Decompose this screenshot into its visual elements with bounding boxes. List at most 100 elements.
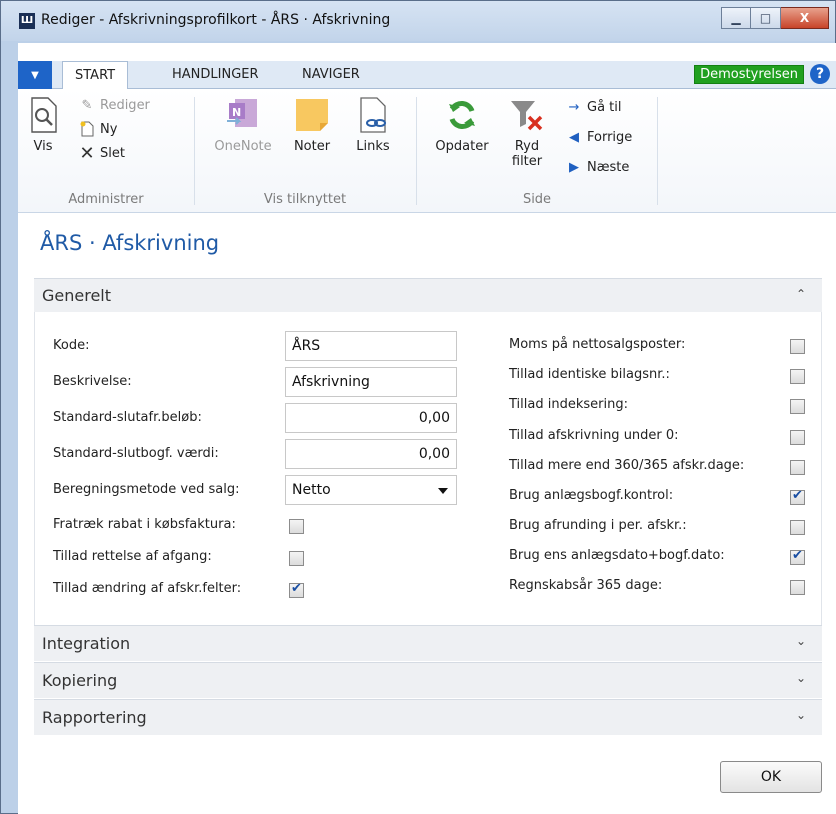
tillad-identiske-bilagsnr-checkbox[interactable] [790, 369, 805, 384]
kode-input[interactable]: ÅRS [285, 331, 457, 361]
refresh-icon [442, 95, 482, 135]
field-label: Beskrivelse: [53, 374, 132, 389]
checkbox-label: Tillad identiske bilagsnr.: [509, 367, 670, 382]
group-label-vis-tilknyttet: Vis tilknyttet [263, 192, 347, 207]
rediger-label: Rediger [100, 97, 150, 113]
window-title: Rediger - Afskrivningsprofilkort - ÅRS ·… [41, 12, 391, 28]
noter-button[interactable]: Noter [287, 95, 337, 154]
clear-filter-icon [507, 95, 547, 135]
moms-nettosalg-checkbox[interactable] [790, 339, 805, 354]
slet-button[interactable]: ✕ Slet [78, 142, 125, 164]
checkbox-label: Regnskabsår 365 dage: [509, 578, 663, 593]
ga-til-button[interactable]: → Gå til [565, 99, 622, 115]
svg-text:N: N [232, 106, 241, 119]
checkbox-label: Tillad rettelse af afgang: [53, 549, 212, 564]
checkbox-label: Tillad indeksering: [509, 397, 628, 412]
brug-ens-anlaegsdato-checkbox[interactable] [790, 548, 805, 565]
checkbox-label: Tillad ændring af afskr.felter: [53, 581, 242, 596]
next-icon: ▶ [569, 159, 579, 175]
new-document-icon [78, 121, 96, 137]
app-icon: Ш [19, 13, 35, 29]
help-icon[interactable]: ? [810, 64, 830, 84]
opdater-button[interactable]: Opdater [429, 95, 495, 154]
select-value: Netto [292, 482, 331, 498]
fasttab-header-integration[interactable]: Integration ⌄ [34, 625, 822, 661]
fasttab-title: Generelt [42, 286, 112, 305]
links-button[interactable]: Links [351, 95, 395, 154]
tab-handlinger[interactable]: HANDLINGER [160, 61, 271, 89]
field-label: Kode: [53, 338, 90, 353]
group-label-administrer: Administrer [68, 192, 144, 207]
forrige-button[interactable]: ◀ Forrige [565, 129, 632, 145]
fasttab-rapportering: Rapportering ⌄ [34, 699, 822, 735]
note-icon [292, 95, 332, 135]
checkbox-label: Moms på nettosalgsposter: [509, 337, 686, 352]
chevron-down-icon: ⌄ [795, 708, 806, 722]
title-bar: Ш Rediger - Afskrivningsprofilkort - ÅRS… [1, 1, 835, 41]
pencil-icon: ✎ [81, 97, 93, 113]
fasttab-title: Rapportering [42, 708, 147, 727]
links-label: Links [356, 139, 390, 154]
chevron-down-icon: ⌄ [795, 634, 806, 648]
tillad-indeksering-checkbox[interactable] [790, 399, 805, 414]
group-label-side: Side [522, 192, 552, 207]
checkbox-label: Brug ens anlægsdato+bogf.dato: [509, 548, 725, 563]
tillad-rettelse-checkbox[interactable] [289, 551, 304, 566]
tab-naviger[interactable]: NAVIGER [290, 61, 372, 89]
noter-label: Noter [293, 139, 331, 154]
regnskabsaar-365-checkbox[interactable] [790, 580, 805, 595]
ryd-filter-button[interactable]: Ryd filter [503, 95, 551, 169]
rediger-button[interactable]: ✎ Rediger [78, 97, 150, 113]
beskrivelse-input[interactable]: Afskrivning [285, 367, 457, 397]
ryd-filter-label-line1: Ryd [514, 139, 540, 154]
onenote-label: OneNote [214, 139, 272, 154]
maximize-button[interactable]: □ [751, 7, 781, 29]
ribbon-tab-bar: ▼ START HANDLINGER NAVIGER Demostyrelsen… [18, 61, 836, 90]
close-button[interactable]: X [781, 7, 829, 29]
vis-button[interactable]: Vis [24, 95, 62, 154]
ny-button[interactable]: Ny [78, 121, 117, 137]
tillad-aendring-checkbox[interactable] [289, 581, 304, 598]
minimize-button[interactable]: ▁ [721, 7, 751, 29]
link-icon [353, 95, 393, 135]
checkbox-label: Brug anlægsbogf.kontrol: [509, 488, 674, 503]
naeste-button[interactable]: ▶ Næste [565, 159, 629, 175]
fasttab-title: Integration [42, 634, 131, 653]
delete-icon: ✕ [79, 142, 95, 164]
fasttab-header-rapportering[interactable]: Rapportering ⌄ [34, 699, 822, 735]
application-menu-button[interactable]: ▼ [18, 61, 52, 89]
standard-slutafr-belob-input[interactable]: 0,00 [285, 403, 457, 433]
group-side: Opdater Ryd filter → Gå til ◀ Forrige ▶ … [417, 89, 657, 213]
fasttab-header-generelt[interactable]: Generelt ⌃ [34, 278, 822, 312]
fasttab-body-generelt: Kode: ÅRS Beskrivelse: Afskrivning Stand… [34, 312, 822, 642]
ok-button[interactable]: OK [720, 761, 822, 793]
beregningsmetode-select[interactable]: Netto [285, 475, 457, 505]
client-area: ▼ START HANDLINGER NAVIGER Demostyrelsen… [18, 43, 836, 814]
fasttab-kopiering: Kopiering ⌄ [34, 662, 822, 698]
tillad-afskrivning-under-0-checkbox[interactable] [790, 430, 805, 445]
ga-til-label: Gå til [587, 99, 622, 115]
fratraek-rabat-checkbox[interactable] [289, 519, 304, 534]
brug-anlaegsbogf-kontrol-checkbox[interactable] [790, 488, 805, 505]
opdater-label: Opdater [435, 139, 489, 154]
window-controls: ▁ □ X [721, 7, 829, 29]
ribbon-separator [657, 97, 658, 205]
onenote-button[interactable]: N OneNote [207, 95, 279, 154]
field-label: Standard-slutbogf. værdi: [53, 446, 219, 461]
arrow-right-icon: → [568, 99, 580, 115]
fasttab-title: Kopiering [42, 671, 118, 690]
standard-slutbogf-vaerdi-input[interactable]: 0,00 [285, 439, 457, 469]
chevron-down-icon: ⌄ [795, 671, 806, 685]
tillad-mere-end-360-checkbox[interactable] [790, 460, 805, 475]
group-administrer: Vis ✎ Rediger Ny ✕ Slet Administrer [18, 89, 194, 213]
brug-afrunding-checkbox[interactable] [790, 520, 805, 535]
ribbon: Vis ✎ Rediger Ny ✕ Slet Administrer N On… [18, 89, 836, 213]
vis-label: Vis [33, 139, 53, 154]
previous-icon: ◀ [569, 129, 579, 145]
ryd-filter-label-line2: filter [511, 154, 543, 169]
fasttab-generelt: Generelt ⌃ Kode: ÅRS Beskrivelse: Afskri… [34, 278, 822, 642]
tab-start[interactable]: START [62, 61, 129, 90]
company-badge: Demostyrelsen [694, 65, 804, 84]
fasttab-header-kopiering[interactable]: Kopiering ⌄ [34, 662, 822, 698]
field-label: Standard-slutafr.beløb: [53, 410, 202, 425]
